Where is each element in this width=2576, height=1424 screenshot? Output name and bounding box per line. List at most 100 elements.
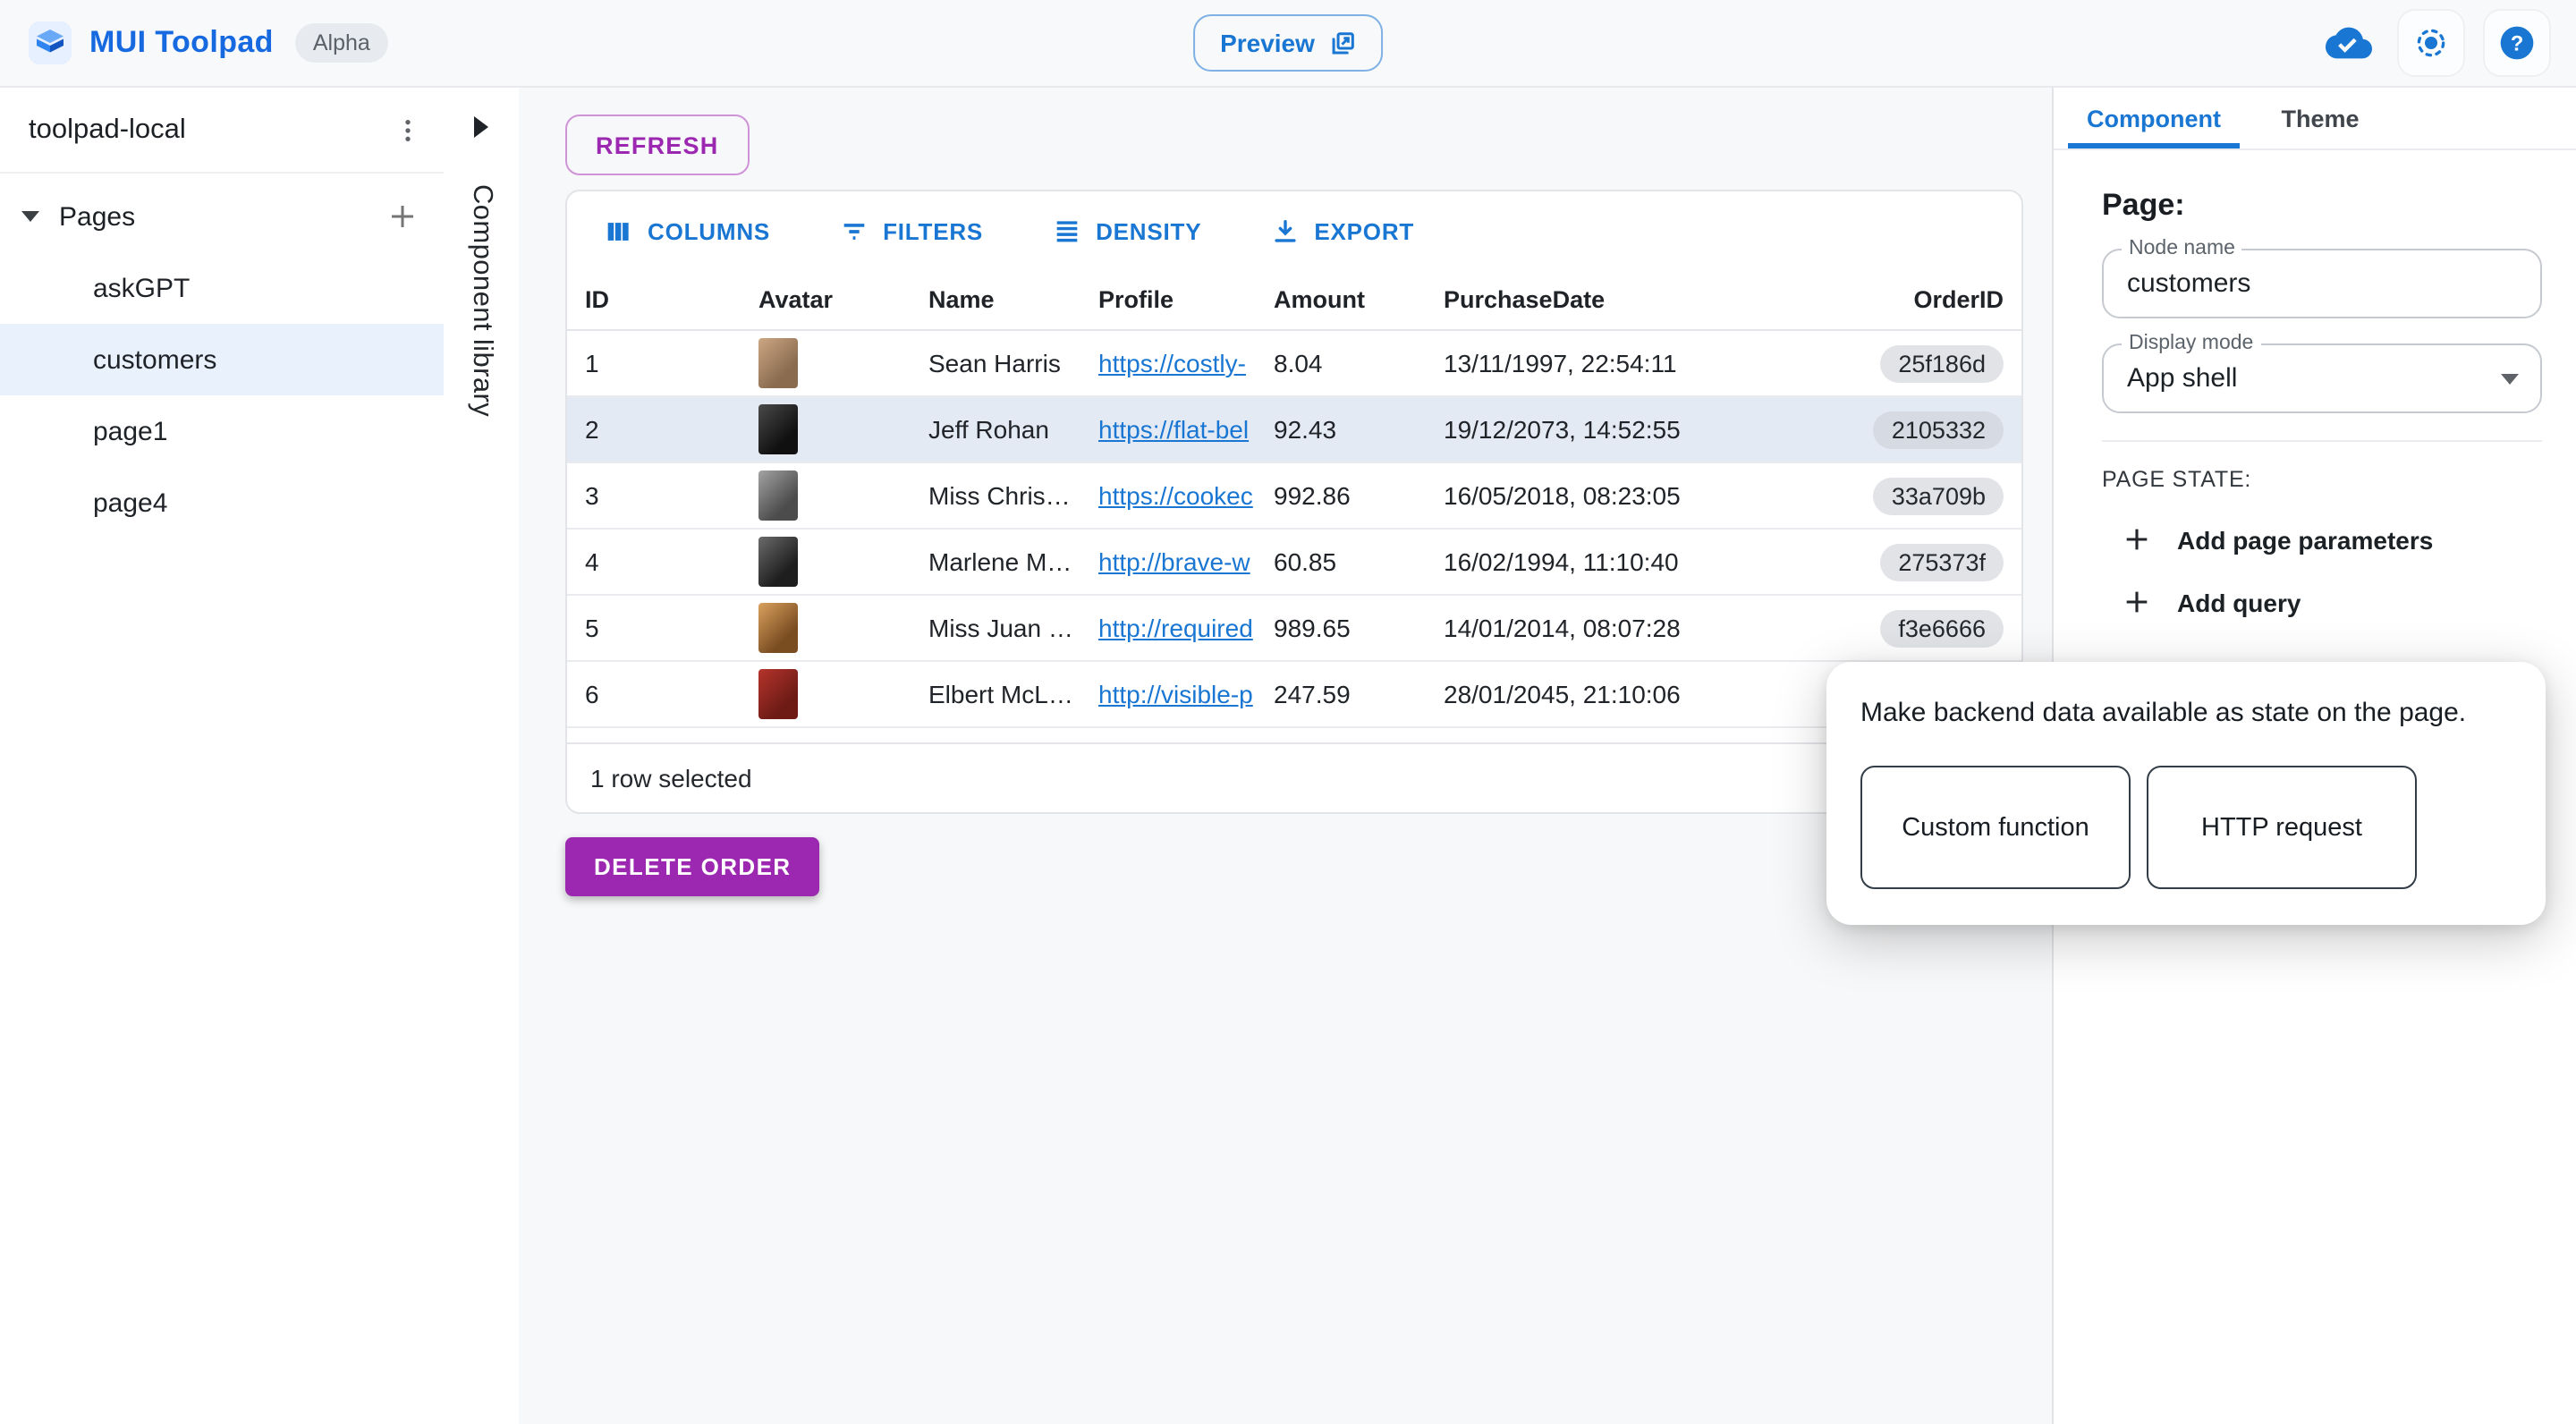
column-header-id[interactable]: ID bbox=[567, 286, 741, 313]
filters-button-label: FILTERS bbox=[883, 217, 983, 244]
custom-function-button[interactable]: Custom function bbox=[1860, 766, 2131, 889]
column-header-profile[interactable]: Profile bbox=[1080, 286, 1256, 313]
cell-avatar bbox=[741, 404, 911, 454]
grid-scroll-filler bbox=[567, 728, 2021, 744]
column-header-name[interactable]: Name bbox=[911, 286, 1080, 313]
node-name-field[interactable]: Node name customers bbox=[2102, 249, 2542, 318]
table-row[interactable]: 3 Miss Chris… https://cookec 992.86 16/0… bbox=[567, 463, 2021, 530]
cell-profile: https://costly- bbox=[1080, 349, 1256, 377]
sidebar: toolpad-local Pages askGPT customers pag… bbox=[0, 88, 445, 1424]
sidebar-item-askgpt[interactable]: askGPT bbox=[0, 252, 444, 324]
app-title: MUI Toolpad bbox=[89, 25, 274, 61]
component-library-panel[interactable]: Component library bbox=[444, 88, 521, 1424]
profile-link[interactable]: https://cookec bbox=[1098, 481, 1253, 510]
cell-name: Miss Juan … bbox=[911, 614, 1080, 642]
columns-button[interactable]: COLUMNS bbox=[592, 214, 781, 248]
cell-amount: 8.04 bbox=[1256, 349, 1426, 377]
column-header-purchasedate[interactable]: PurchaseDate bbox=[1426, 286, 1792, 313]
help-icon: ? bbox=[2497, 23, 2537, 63]
page-item-label: page1 bbox=[93, 416, 167, 446]
cell-profile: https://flat-bel bbox=[1080, 415, 1256, 444]
cell-profile: https://cookec bbox=[1080, 481, 1256, 510]
tab-component[interactable]: Component bbox=[2068, 88, 2240, 148]
export-button-label: EXPORT bbox=[1314, 217, 1414, 244]
table-row[interactable]: 4 Marlene M… http://brave-w 60.85 16/02/… bbox=[567, 530, 2021, 596]
column-header-avatar[interactable]: Avatar bbox=[741, 286, 911, 313]
cell-name: Jeff Rohan bbox=[911, 415, 1080, 444]
table-row-selected[interactable]: 2 Jeff Rohan https://flat-bel 92.43 19/1… bbox=[567, 397, 2021, 463]
filters-button[interactable]: FILTERS bbox=[827, 214, 994, 248]
cell-id: 1 bbox=[567, 349, 741, 377]
preview-button[interactable]: Preview bbox=[1193, 14, 1383, 72]
profile-link[interactable]: http://brave-w bbox=[1098, 547, 1250, 576]
cell-id: 5 bbox=[567, 614, 741, 642]
selection-status: 1 row selected bbox=[590, 764, 752, 793]
svg-text:?: ? bbox=[2511, 31, 2524, 55]
cell-avatar bbox=[741, 603, 911, 653]
help-button[interactable]: ? bbox=[2483, 9, 2551, 77]
cell-name: Miss Chris… bbox=[911, 481, 1080, 510]
density-icon bbox=[1051, 216, 1081, 246]
table-row[interactable]: 5 Miss Juan … http://required 989.65 14/… bbox=[567, 596, 2021, 662]
download-icon bbox=[1269, 216, 1300, 246]
pages-tree-header[interactable]: Pages bbox=[0, 181, 444, 252]
cell-amount: 92.43 bbox=[1256, 415, 1426, 444]
avatar bbox=[758, 537, 798, 587]
column-header-amount[interactable]: Amount bbox=[1256, 286, 1426, 313]
open-in-new-icon bbox=[1329, 30, 1356, 56]
avatar bbox=[758, 404, 798, 454]
sidebar-item-customers[interactable]: customers bbox=[0, 324, 444, 395]
profile-link[interactable]: http://required bbox=[1098, 614, 1253, 642]
add-query-button[interactable]: Add query bbox=[2102, 587, 2542, 617]
top-bar: MUI Toolpad Alpha Preview bbox=[0, 0, 2576, 88]
plus-icon bbox=[2122, 524, 2152, 555]
cell-amount: 60.85 bbox=[1256, 547, 1426, 576]
add-query-label: Add query bbox=[2177, 588, 2301, 616]
cell-id: 6 bbox=[567, 680, 741, 708]
cell-orderid: 25f186d bbox=[1792, 344, 2021, 382]
column-header-orderid[interactable]: OrderID bbox=[1792, 286, 2021, 313]
profile-link[interactable]: https://costly- bbox=[1098, 349, 1246, 377]
cell-purchasedate: 16/05/2018, 08:23:05 bbox=[1426, 481, 1792, 510]
kebab-menu-icon[interactable] bbox=[394, 115, 422, 144]
sidebar-item-page1[interactable]: page1 bbox=[0, 395, 444, 467]
cell-purchasedate: 19/12/2073, 14:52:55 bbox=[1426, 415, 1792, 444]
table-row[interactable]: 6 Elbert McL… http://visible-p 247.59 28… bbox=[567, 662, 2021, 728]
profile-link[interactable]: http://visible-p bbox=[1098, 680, 1253, 708]
theme-toggle-button[interactable] bbox=[2397, 9, 2465, 77]
display-mode-select-value[interactable]: App shell bbox=[2104, 345, 2540, 411]
profile-link[interactable]: https://flat-bel bbox=[1098, 415, 1249, 444]
cell-orderid: 2105332 bbox=[1792, 411, 2021, 448]
popup-buttons: Custom function HTTP request bbox=[1860, 766, 2546, 889]
avatar bbox=[758, 338, 798, 388]
delete-order-button[interactable]: DELETE ORDER bbox=[565, 837, 820, 896]
add-query-popup: Make backend data available as state on … bbox=[1826, 662, 2546, 925]
sidebar-item-page4[interactable]: page4 bbox=[0, 467, 444, 538]
node-name-field-value[interactable]: customers bbox=[2104, 250, 2540, 317]
order-id-chip: 275373f bbox=[1880, 543, 2004, 581]
cell-profile: http://visible-p bbox=[1080, 680, 1256, 708]
refresh-button[interactable]: REFRESH bbox=[565, 114, 749, 175]
avatar bbox=[758, 470, 798, 521]
cell-name: Marlene M… bbox=[911, 547, 1080, 576]
http-request-button[interactable]: HTTP request bbox=[2147, 766, 2417, 889]
preview-button-label: Preview bbox=[1220, 29, 1315, 57]
density-button[interactable]: DENSITY bbox=[1040, 214, 1212, 248]
page-heading: Page: bbox=[2102, 188, 2542, 224]
add-page-icon[interactable] bbox=[386, 200, 419, 233]
tab-theme[interactable]: Theme bbox=[2240, 88, 2401, 148]
columns-button-label: COLUMNS bbox=[648, 217, 770, 244]
export-button[interactable]: EXPORT bbox=[1258, 214, 1425, 248]
cell-orderid: 275373f bbox=[1792, 543, 2021, 581]
add-page-parameters-button[interactable]: Add page parameters bbox=[2102, 524, 2542, 555]
app-window: MUI Toolpad Alpha Preview bbox=[0, 0, 2576, 1424]
page-state-label: PAGE STATE: bbox=[2102, 467, 2542, 492]
cell-id: 4 bbox=[567, 547, 741, 576]
order-id-chip: 2105332 bbox=[1874, 411, 2004, 448]
page-item-label: page4 bbox=[93, 487, 167, 518]
display-mode-select[interactable]: Display mode App shell bbox=[2102, 343, 2542, 413]
cell-purchasedate: 13/11/1997, 22:54:11 bbox=[1426, 349, 1792, 377]
table-row[interactable]: 1 Sean Harris https://costly- 8.04 13/11… bbox=[567, 331, 2021, 397]
cell-name: Elbert McL… bbox=[911, 680, 1080, 708]
chevron-right-icon[interactable] bbox=[474, 116, 488, 138]
